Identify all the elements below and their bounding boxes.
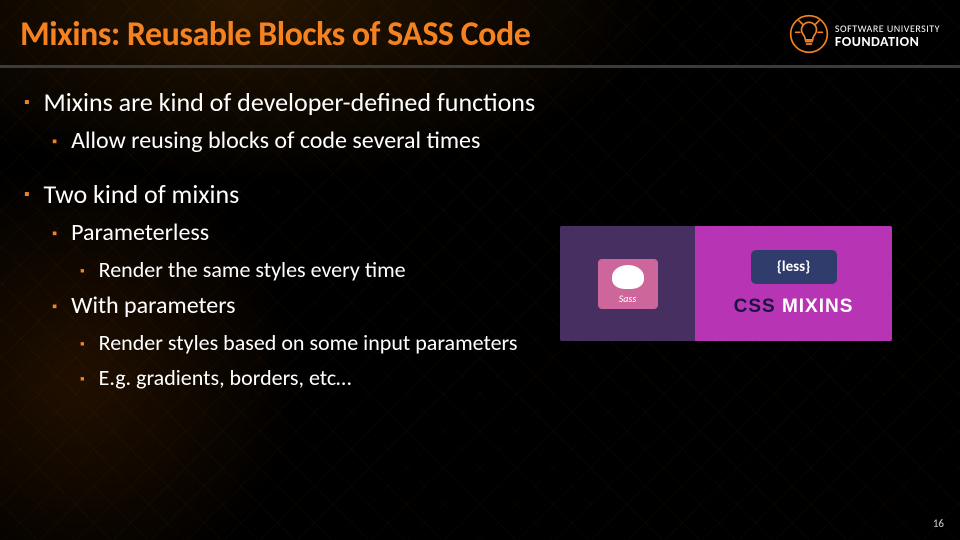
- bullet-icon: ▪: [24, 178, 30, 212]
- bullet-l2: Parameterless: [71, 218, 209, 249]
- bullet-l2: With parameters: [71, 291, 235, 322]
- bullet-icon: ▪: [80, 256, 85, 285]
- sass-logo-icon: Sass: [598, 259, 658, 309]
- bullet-l1: Mixins are kind of developer-defined fun…: [44, 86, 536, 119]
- bullet-icon: ▪: [80, 329, 85, 358]
- bullet-icon: ▪: [52, 126, 57, 158]
- title-underline: [0, 65, 960, 68]
- bullet-l1: Two kind of mixins: [44, 178, 240, 211]
- logo-line2: FOUNDATION: [835, 35, 940, 49]
- less-logo-icon: {less}: [751, 250, 837, 284]
- brand-logo: SOFTWARE UNIVERSITY FOUNDATION: [789, 14, 940, 59]
- illustration-left-panel: Sass: [560, 226, 695, 341]
- lightbulb-icon: [789, 14, 829, 59]
- bullet-icon: ▪: [52, 291, 57, 323]
- page-number: 16: [933, 517, 944, 530]
- bullet-l3: Render styles based on some input parame…: [99, 329, 518, 357]
- bullet-l3: E.g. gradients, borders, etc…: [99, 364, 352, 392]
- bullet-icon: ▪: [80, 364, 85, 393]
- css-mixins-illustration: Sass {less} CSS MIXINS: [560, 226, 892, 341]
- illustration-right-panel: {less} CSS MIXINS: [695, 226, 892, 341]
- bullet-icon: ▪: [52, 218, 57, 250]
- bullet-l2: Allow reusing blocks of code several tim…: [71, 126, 480, 157]
- bullet-icon: ▪: [24, 86, 30, 120]
- mixins-caption: CSS MIXINS: [734, 296, 854, 318]
- bullet-l3: Render the same styles every time: [99, 256, 406, 284]
- slide-title: Mixins: Reusable Blocks of SASS Code: [20, 14, 530, 55]
